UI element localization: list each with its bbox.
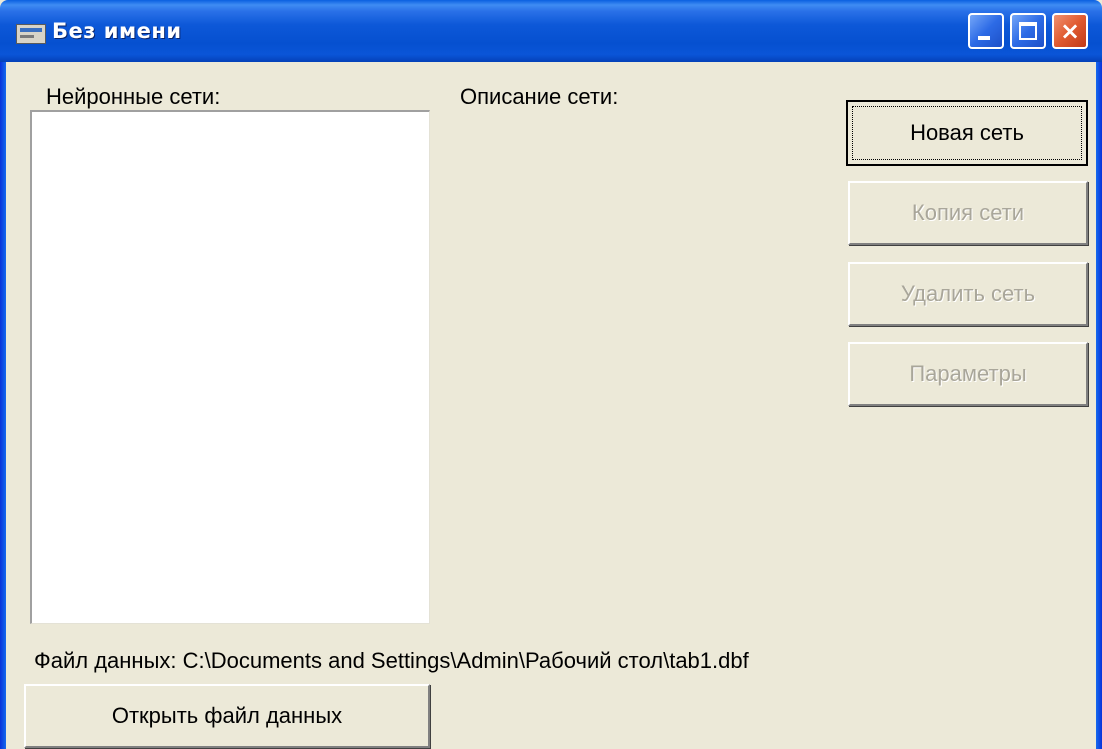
parameters-button[interactable]: Параметры: [848, 342, 1088, 406]
open-data-file-button[interactable]: Открыть файл данных: [24, 684, 430, 748]
copy-network-button[interactable]: Копия сети: [848, 181, 1088, 245]
networks-listbox[interactable]: [30, 110, 430, 624]
maximize-icon: [1019, 22, 1037, 40]
app-window-icon[interactable]: [16, 24, 46, 44]
focus-ring: [852, 106, 1082, 160]
window-title: Без имени: [52, 19, 182, 43]
new-network-button[interactable]: Новая сеть: [846, 100, 1088, 166]
description-label: Описание сети:: [460, 84, 619, 109]
networks-label: Нейронные сети:: [46, 84, 221, 109]
delete-network-button[interactable]: Удалить сеть: [848, 262, 1088, 326]
window-frame-left: [0, 62, 6, 749]
maximize-button[interactable]: [1010, 13, 1046, 49]
window-frame-right: [1096, 62, 1102, 749]
app-window: Без имени × Нейронные сети: Описание сет…: [0, 0, 1102, 749]
title-bar[interactable]: Без имени ×: [0, 0, 1102, 62]
close-icon: ×: [1059, 17, 1081, 45]
close-button[interactable]: ×: [1052, 13, 1088, 49]
minimize-button[interactable]: [968, 13, 1004, 49]
data-file-path-label: Файл данных: C:\Documents and Settings\A…: [34, 648, 749, 673]
minimize-icon: [978, 36, 990, 40]
